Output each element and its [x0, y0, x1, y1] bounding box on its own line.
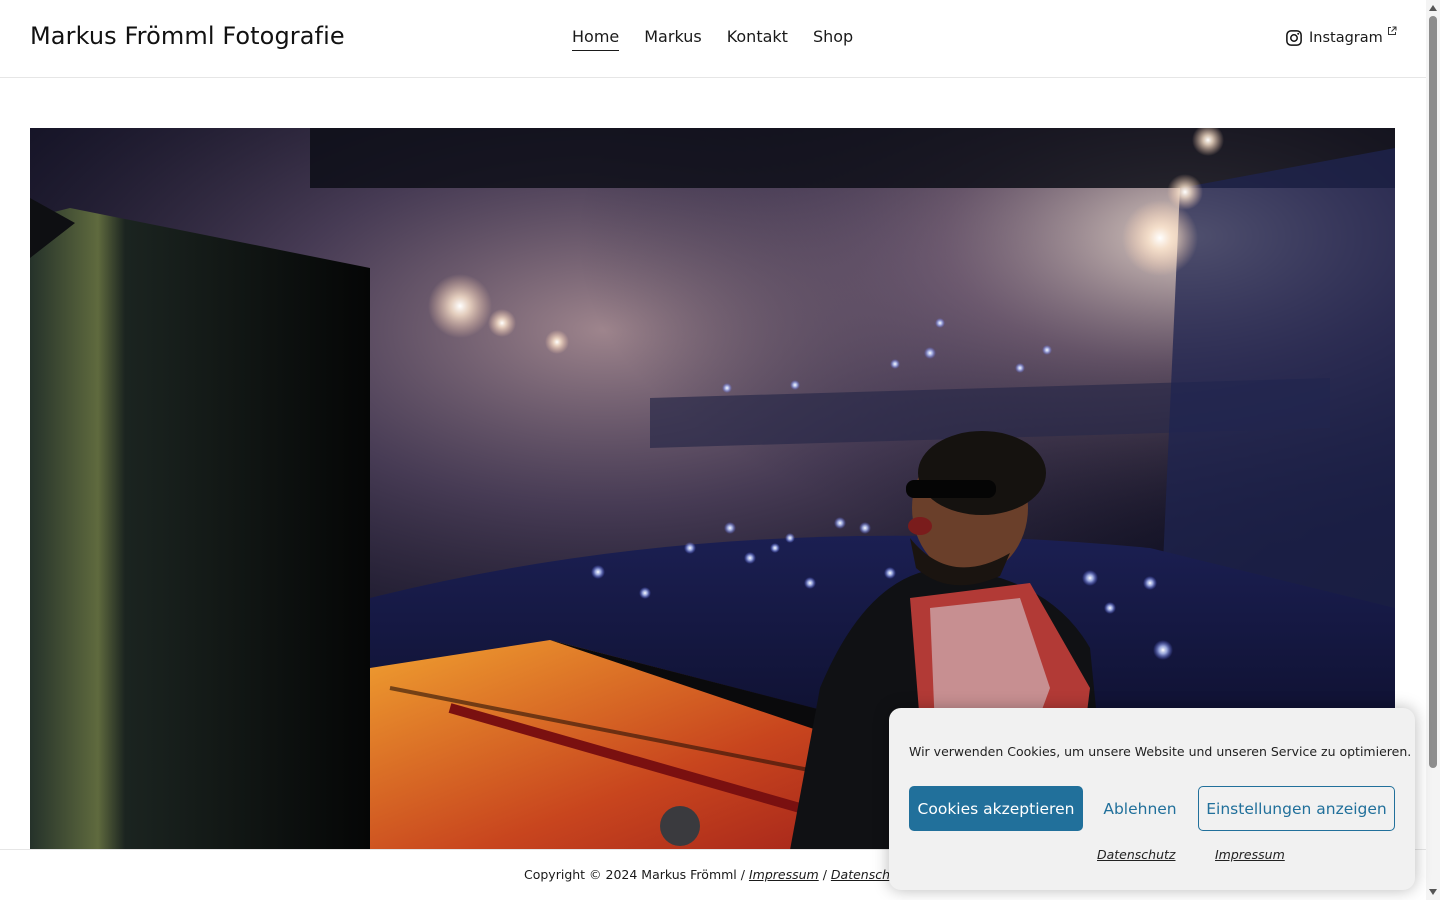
instagram-label: Instagram [1309, 30, 1383, 46]
accept-cookies-button[interactable]: Cookies akzeptieren [909, 786, 1083, 831]
cookie-privacy-link[interactable]: Datenschutz [1097, 847, 1176, 862]
footer-separator: / [822, 867, 827, 882]
vertical-scrollbar[interactable] [1426, 0, 1440, 900]
scrollbar-thumb[interactable] [1429, 16, 1437, 768]
site-title-link[interactable]: Markus Frömml Fotografie [30, 22, 345, 50]
nav-item-kontakt[interactable]: Kontakt [727, 27, 788, 51]
cookie-message: Wir verwenden Cookies, um unsere Website… [909, 744, 1412, 759]
main-nav: Home Markus Kontakt Shop [572, 27, 853, 51]
site-header: Markus Frömml Fotografie Home Markus Kon… [0, 0, 1426, 78]
nav-item-home[interactable]: Home [572, 27, 620, 51]
cookie-imprint-link[interactable]: Impressum [1215, 847, 1285, 862]
cookie-settings-button[interactable]: Einstellungen anzeigen [1198, 786, 1395, 831]
footer-copyright-line: Copyright © 2024 Markus Frömml / Impress… [524, 867, 898, 882]
external-link-icon [1387, 26, 1397, 35]
deny-cookies-button[interactable]: Ablehnen [1095, 786, 1185, 831]
footer-datenschutz-link[interactable]: Datenschu [831, 867, 898, 882]
footer-impressum-link[interactable]: Impressum [749, 867, 819, 882]
copyright-text: Copyright © 2024 Markus Frömml / [524, 867, 745, 882]
nav-item-markus[interactable]: Markus [644, 27, 701, 51]
instagram-link[interactable]: Instagram [1285, 26, 1399, 47]
scroll-up-arrow-icon[interactable] [1429, 5, 1437, 11]
scroll-down-arrow-icon[interactable] [1429, 889, 1437, 895]
nav-item-shop[interactable]: Shop [813, 27, 853, 51]
instagram-icon [1286, 30, 1302, 46]
cookie-consent-banner: Wir verwenden Cookies, um unsere Website… [889, 708, 1415, 890]
